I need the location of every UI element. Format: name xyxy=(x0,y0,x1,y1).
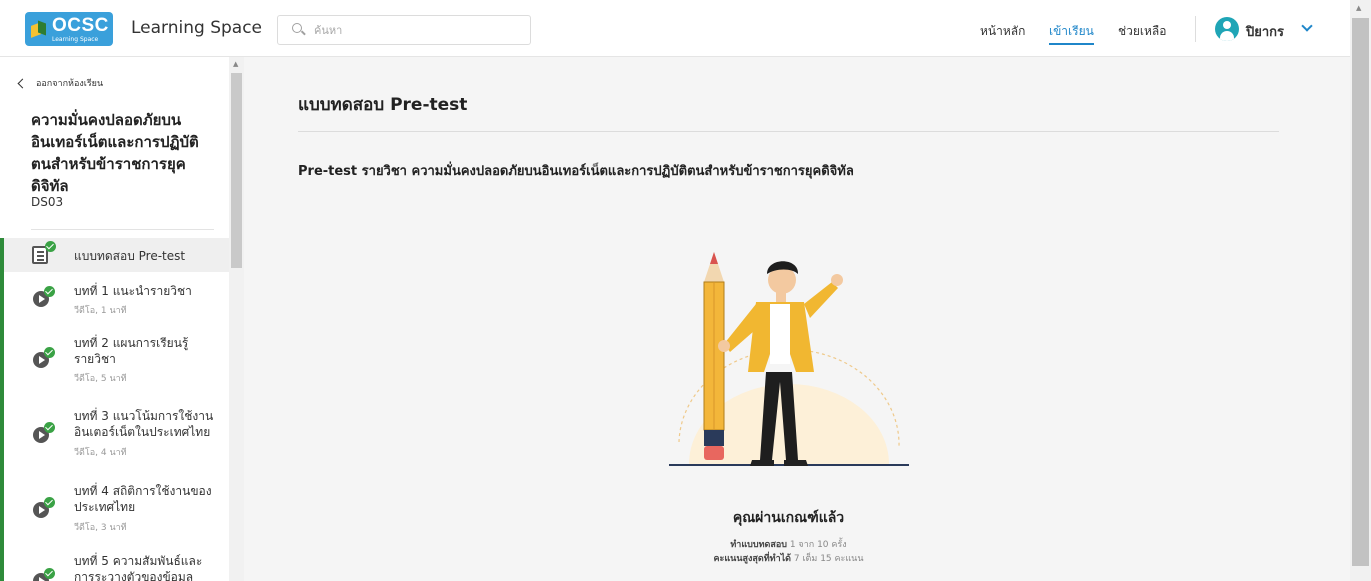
chevron-left-icon xyxy=(17,78,28,88)
sidebar-item-meta: วีดีโอ, 1 นาที xyxy=(74,306,127,316)
sidebar-item-lesson-2[interactable]: บทที่ 2 แผนการเรียนรู้รายวิชา วีดีโอ, 5 … xyxy=(4,327,229,391)
page-title: แบบทดสอบ Pre-test xyxy=(298,95,468,115)
chevron-down-icon[interactable] xyxy=(1301,20,1313,32)
check-icon xyxy=(44,422,55,433)
scroll-up-icon[interactable]: ▲ xyxy=(233,60,238,68)
page-scrollbar[interactable]: ▲ xyxy=(1350,0,1371,581)
sidebar-item-meta: วีดีโอ, 5 นาที xyxy=(74,374,127,384)
scroll-up-icon[interactable]: ▲ xyxy=(1356,4,1361,12)
title-divider xyxy=(298,131,1279,132)
sidebar-item-label: บทที่ 5 ความสัมพันธ์และการระวางตัวของข้อ… xyxy=(74,554,203,581)
nav-divider xyxy=(1195,16,1196,42)
logo-title: OCSC xyxy=(52,14,109,36)
check-icon xyxy=(45,241,56,252)
user-avatar-icon[interactable] xyxy=(1215,17,1239,41)
best-score-line: คะแนนสูงสุดที่ทำได้ 7 เต็ม 15 คะแนน xyxy=(244,551,1333,565)
attempts-label: ทำแบบทดสอบ xyxy=(730,540,787,550)
logo-subtitle: Learning Space xyxy=(52,35,99,43)
main-right-gutter xyxy=(1333,57,1350,581)
attempts-value: 1 จาก 10 ครั้ง xyxy=(789,540,847,550)
sidebar-item-label: แบบทดสอบ Pre-test xyxy=(74,249,186,263)
nav-help[interactable]: ช่วยเหลือ xyxy=(1118,22,1167,41)
sidebar-item-lesson-3[interactable]: บทที่ 3 แนวโน้มการใช้งานอินเตอร์เน็ตในปร… xyxy=(4,402,229,466)
sidebar-item-lesson-5[interactable]: บทที่ 5 ความสัมพันธ์และการระวางตัวของข้อ… xyxy=(4,549,229,581)
user-name[interactable]: ปิยากร xyxy=(1246,21,1284,42)
nav-learning[interactable]: เข้าเรียน xyxy=(1049,22,1094,41)
leave-classroom-label: ออกจากห้องเรียน xyxy=(36,79,104,89)
nav-active-indicator xyxy=(1049,43,1094,45)
sidebar-item-label: บทที่ 3 แนวโน้มการใช้งานอินเตอร์เน็ตในปร… xyxy=(74,409,214,439)
search-box[interactable] xyxy=(277,15,531,45)
sidebar-item-label: บทที่ 4 สถิติการใช้งานของประเทศไทย xyxy=(74,484,212,514)
check-icon xyxy=(44,347,55,358)
search-input[interactable] xyxy=(314,23,514,37)
sidebar-item-label: บทที่ 1 แนะนำรายวิชา xyxy=(74,284,192,298)
leave-classroom-link[interactable]: ออกจากห้องเรียน xyxy=(17,76,104,90)
sidebar-item-pretest[interactable]: แบบทดสอบ Pre-test xyxy=(4,238,229,272)
quiz-subtitle: Pre-test รายวิชา ความมั่นคงปลอดภัยบนอินเ… xyxy=(298,164,854,179)
sidebar-scrollbar-thumb[interactable] xyxy=(231,73,242,268)
sidebar-item-meta: วีดีโอ, 3 นาที xyxy=(74,523,127,533)
app-title: Learning Space xyxy=(131,18,263,38)
sidebar-item-lesson-4[interactable]: บทที่ 4 สถิติการใช้งานของประเทศไทย วีดีโ… xyxy=(4,477,229,541)
course-sidebar: ออกจากห้องเรียน ความมั่นคงปลอดภัยบนอินเท… xyxy=(0,57,229,581)
best-score-label: คะแนนสูงสุดที่ทำได้ xyxy=(713,554,792,564)
check-icon xyxy=(44,568,55,579)
sidebar-divider xyxy=(31,229,214,230)
result-title: คุณผ่านเกณฑ์แล้ว xyxy=(732,510,845,526)
check-icon xyxy=(44,497,55,508)
sidebar-scrollbar[interactable]: ▲ xyxy=(229,57,244,581)
nav-home[interactable]: หน้าหลัก xyxy=(980,22,1025,41)
page-scrollbar-thumb[interactable] xyxy=(1352,18,1369,566)
top-header: OCSC Learning Space Learning Space หน้าห… xyxy=(0,0,1350,57)
sidebar-item-label: บทที่ 2 แผนการเรียนรู้รายวิชา xyxy=(74,336,189,366)
course-code: DS03 xyxy=(31,195,64,209)
sidebar-item-lesson-1[interactable]: บทที่ 1 แนะนำรายวิชา วีดีโอ, 1 นาที xyxy=(4,275,229,321)
attempts-line: ทำแบบทดสอบ 1 จาก 10 ครั้ง xyxy=(244,537,1333,551)
check-icon xyxy=(44,286,55,297)
search-icon xyxy=(292,23,306,37)
course-title: ความมั่นคงปลอดภัยบนอินเทอร์เน็ตและการปฏิ… xyxy=(31,111,199,195)
sidebar-item-meta: วีดีโอ, 4 นาที xyxy=(74,448,127,458)
logo-mark-icon xyxy=(31,20,49,38)
pencil-person-illustration xyxy=(669,252,909,466)
ocsc-logo[interactable]: OCSC Learning Space xyxy=(25,12,113,46)
best-score-value: 7 เต็ม 15 คะแนน xyxy=(793,554,864,564)
logo-text: OCSC Learning Space xyxy=(52,16,109,43)
main-content: แบบทดสอบ Pre-test Pre-test รายวิชา ความม… xyxy=(244,57,1333,581)
